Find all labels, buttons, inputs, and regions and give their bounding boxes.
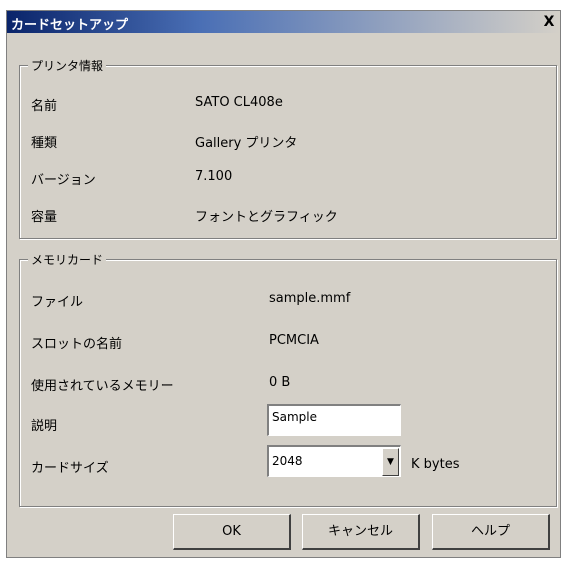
- printer-name-value: SATO CL408e: [195, 95, 283, 110]
- card-setup-dialog: カードセットアップ X プリンタ情報 名前 SATO CL408e 種類 Gal…: [6, 10, 561, 558]
- ok-button[interactable]: OK: [173, 514, 291, 550]
- cancel-button[interactable]: キャンセル: [302, 514, 420, 550]
- file-value: sample.mmf: [269, 291, 351, 306]
- card-size-label: カードサイズ: [31, 461, 109, 476]
- printer-version-label: バージョン: [31, 173, 96, 188]
- close-button[interactable]: X: [540, 13, 558, 31]
- memory-card-legend: メモリカード: [28, 251, 107, 268]
- used-memory-label: 使用されているメモリー: [31, 379, 174, 394]
- chevron-down-icon[interactable]: ▼: [382, 448, 399, 476]
- title-bar[interactable]: カードセットアップ X: [7, 11, 560, 33]
- printer-info-legend: プリンタ情報: [28, 57, 107, 74]
- description-label: 説明: [31, 419, 58, 434]
- card-size-value: 2048: [272, 454, 303, 468]
- card-size-unit: K bytes: [411, 457, 460, 472]
- printer-name-label: 名前: [31, 99, 58, 114]
- help-button[interactable]: ヘルプ: [432, 514, 550, 550]
- dialog-title: カードセットアップ: [11, 18, 129, 33]
- slot-name-value: PCMCIA: [269, 333, 319, 348]
- slot-name-label: スロットの名前: [31, 337, 123, 352]
- description-input[interactable]: Sample: [267, 404, 401, 436]
- card-size-select[interactable]: 2048 ▼: [267, 445, 401, 477]
- printer-type-value: Gallery プリンタ: [195, 136, 298, 151]
- file-label: ファイル: [31, 295, 84, 310]
- printer-type-label: 種類: [31, 136, 58, 151]
- printer-version-value: 7.100: [195, 169, 233, 184]
- printer-capacity-label: 容量: [31, 210, 58, 225]
- used-memory-value: 0 B: [269, 375, 291, 390]
- printer-capacity-value: フォントとグラフィック: [195, 210, 338, 225]
